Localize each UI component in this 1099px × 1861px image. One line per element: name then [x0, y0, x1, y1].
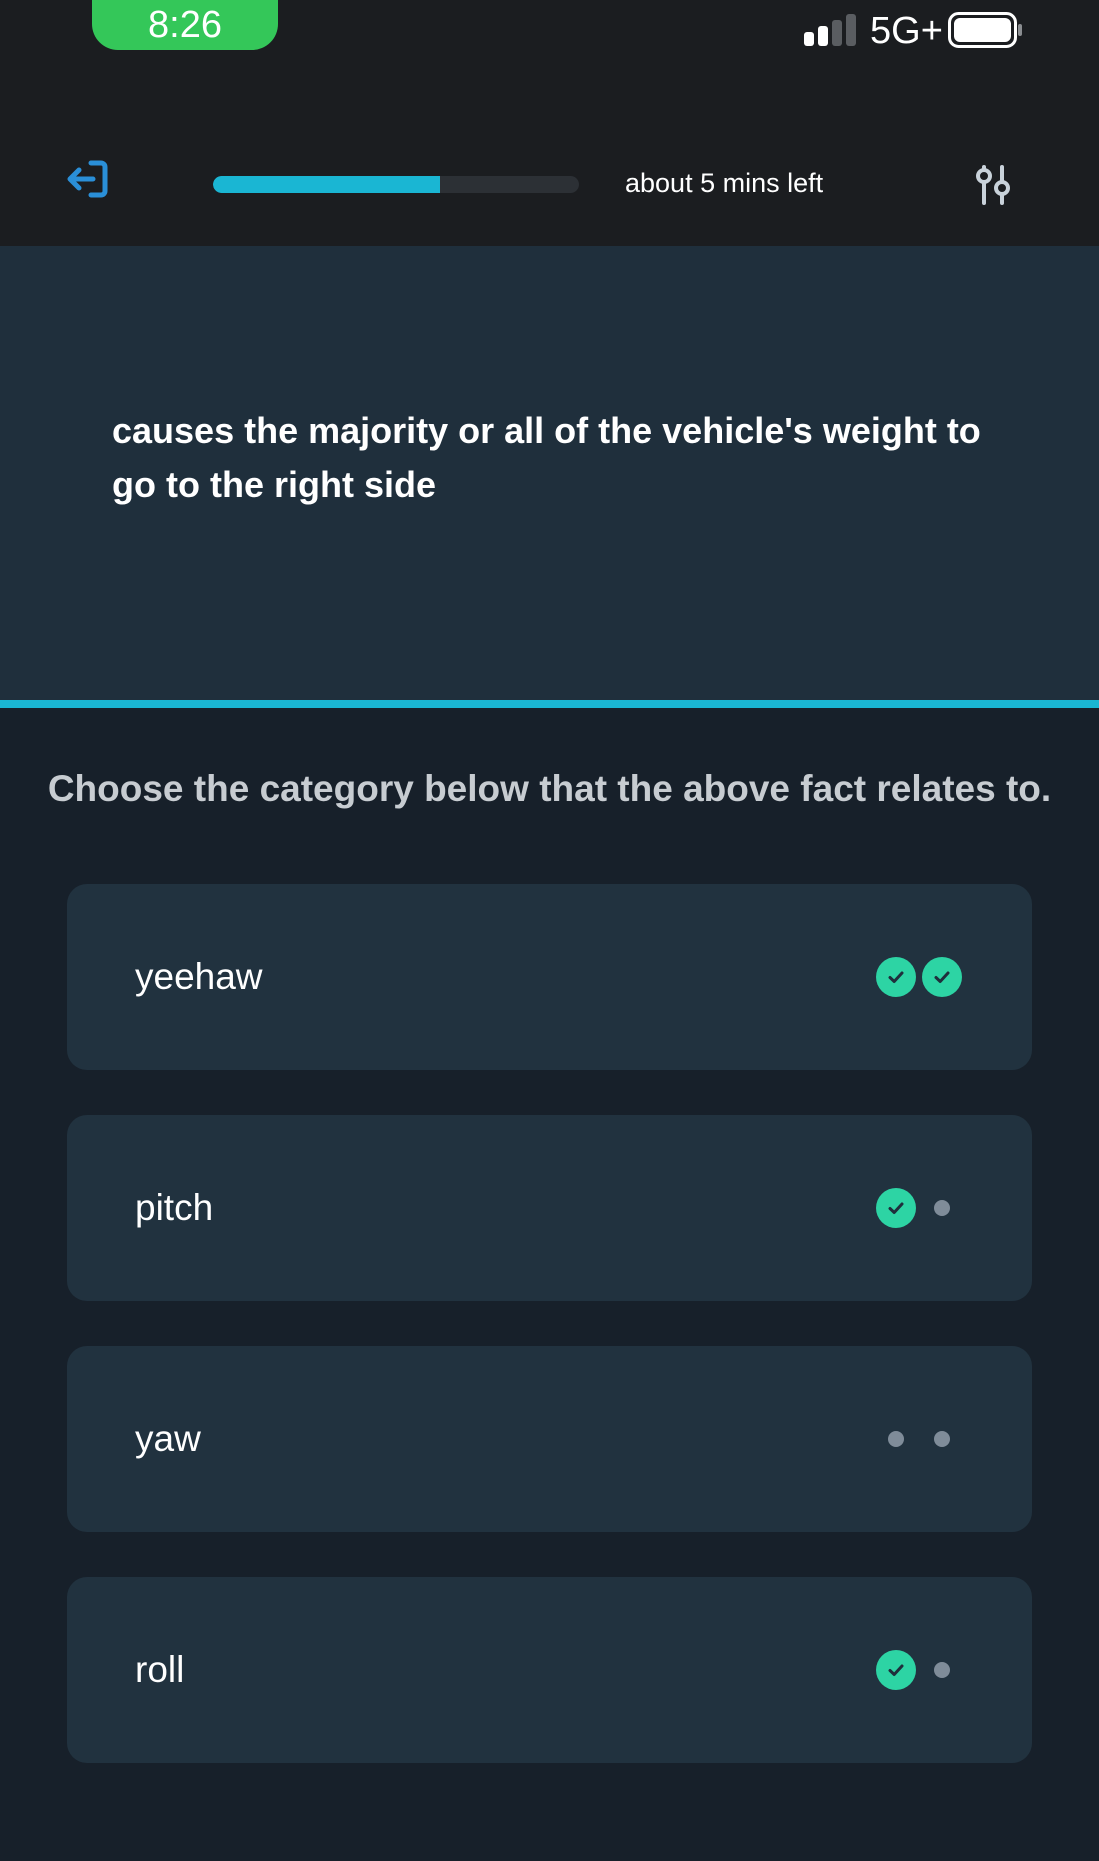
status-bar: 8:26 5G+	[0, 0, 1099, 118]
check-icon	[876, 957, 916, 997]
empty-attempt-dot	[922, 1188, 962, 1228]
answer-history	[876, 1188, 962, 1228]
exit-icon	[67, 160, 108, 198]
quiz-progress-bar	[213, 176, 579, 193]
fact-text: causes the majority or all of the vehicl…	[112, 410, 981, 505]
check-icon	[876, 1650, 916, 1690]
answer-history	[876, 1650, 962, 1690]
answer-history	[876, 1419, 962, 1459]
answer-label: yaw	[135, 1418, 201, 1459]
quiz-topbar: about 5 mins left	[0, 118, 1099, 246]
dot-icon	[934, 1662, 950, 1678]
empty-attempt-dot	[876, 1419, 916, 1459]
battery-icon	[948, 12, 1022, 48]
time-pill[interactable]: 8:26	[92, 0, 278, 50]
question-instruction: Choose the category below that the above…	[47, 768, 1052, 809]
answer-option-pitch[interactable]: pitch	[67, 1115, 1032, 1301]
fact-panel: causes the majority or all of the vehicl…	[0, 246, 1099, 708]
status-time: 8:26	[148, 3, 222, 46]
empty-attempt-dot	[922, 1419, 962, 1459]
answer-option-roll[interactable]: roll	[67, 1577, 1032, 1763]
answer-option-yeehaw[interactable]: yeehaw	[67, 884, 1032, 1070]
answer-label: roll	[135, 1649, 185, 1690]
settings-button[interactable]	[962, 154, 1024, 216]
time-remaining: about 5 mins left	[625, 168, 824, 198]
cellular-signal-icon	[804, 14, 856, 46]
network-type: 5G+	[870, 10, 943, 52]
dot-icon	[888, 1431, 904, 1447]
exit-button[interactable]	[56, 148, 118, 210]
answer-label: yeehaw	[135, 956, 263, 997]
dot-icon	[934, 1200, 950, 1216]
check-icon	[922, 957, 962, 997]
quiz-progress-fill	[213, 176, 440, 193]
answer-options: yeehaw pitch yaw roll	[0, 884, 1099, 1763]
sliders-icon	[976, 165, 1010, 205]
check-icon	[876, 1188, 916, 1228]
empty-attempt-dot	[922, 1650, 962, 1690]
answer-history	[876, 957, 962, 997]
dot-icon	[934, 1431, 950, 1447]
answer-option-yaw[interactable]: yaw	[67, 1346, 1032, 1532]
answer-label: pitch	[135, 1187, 214, 1228]
